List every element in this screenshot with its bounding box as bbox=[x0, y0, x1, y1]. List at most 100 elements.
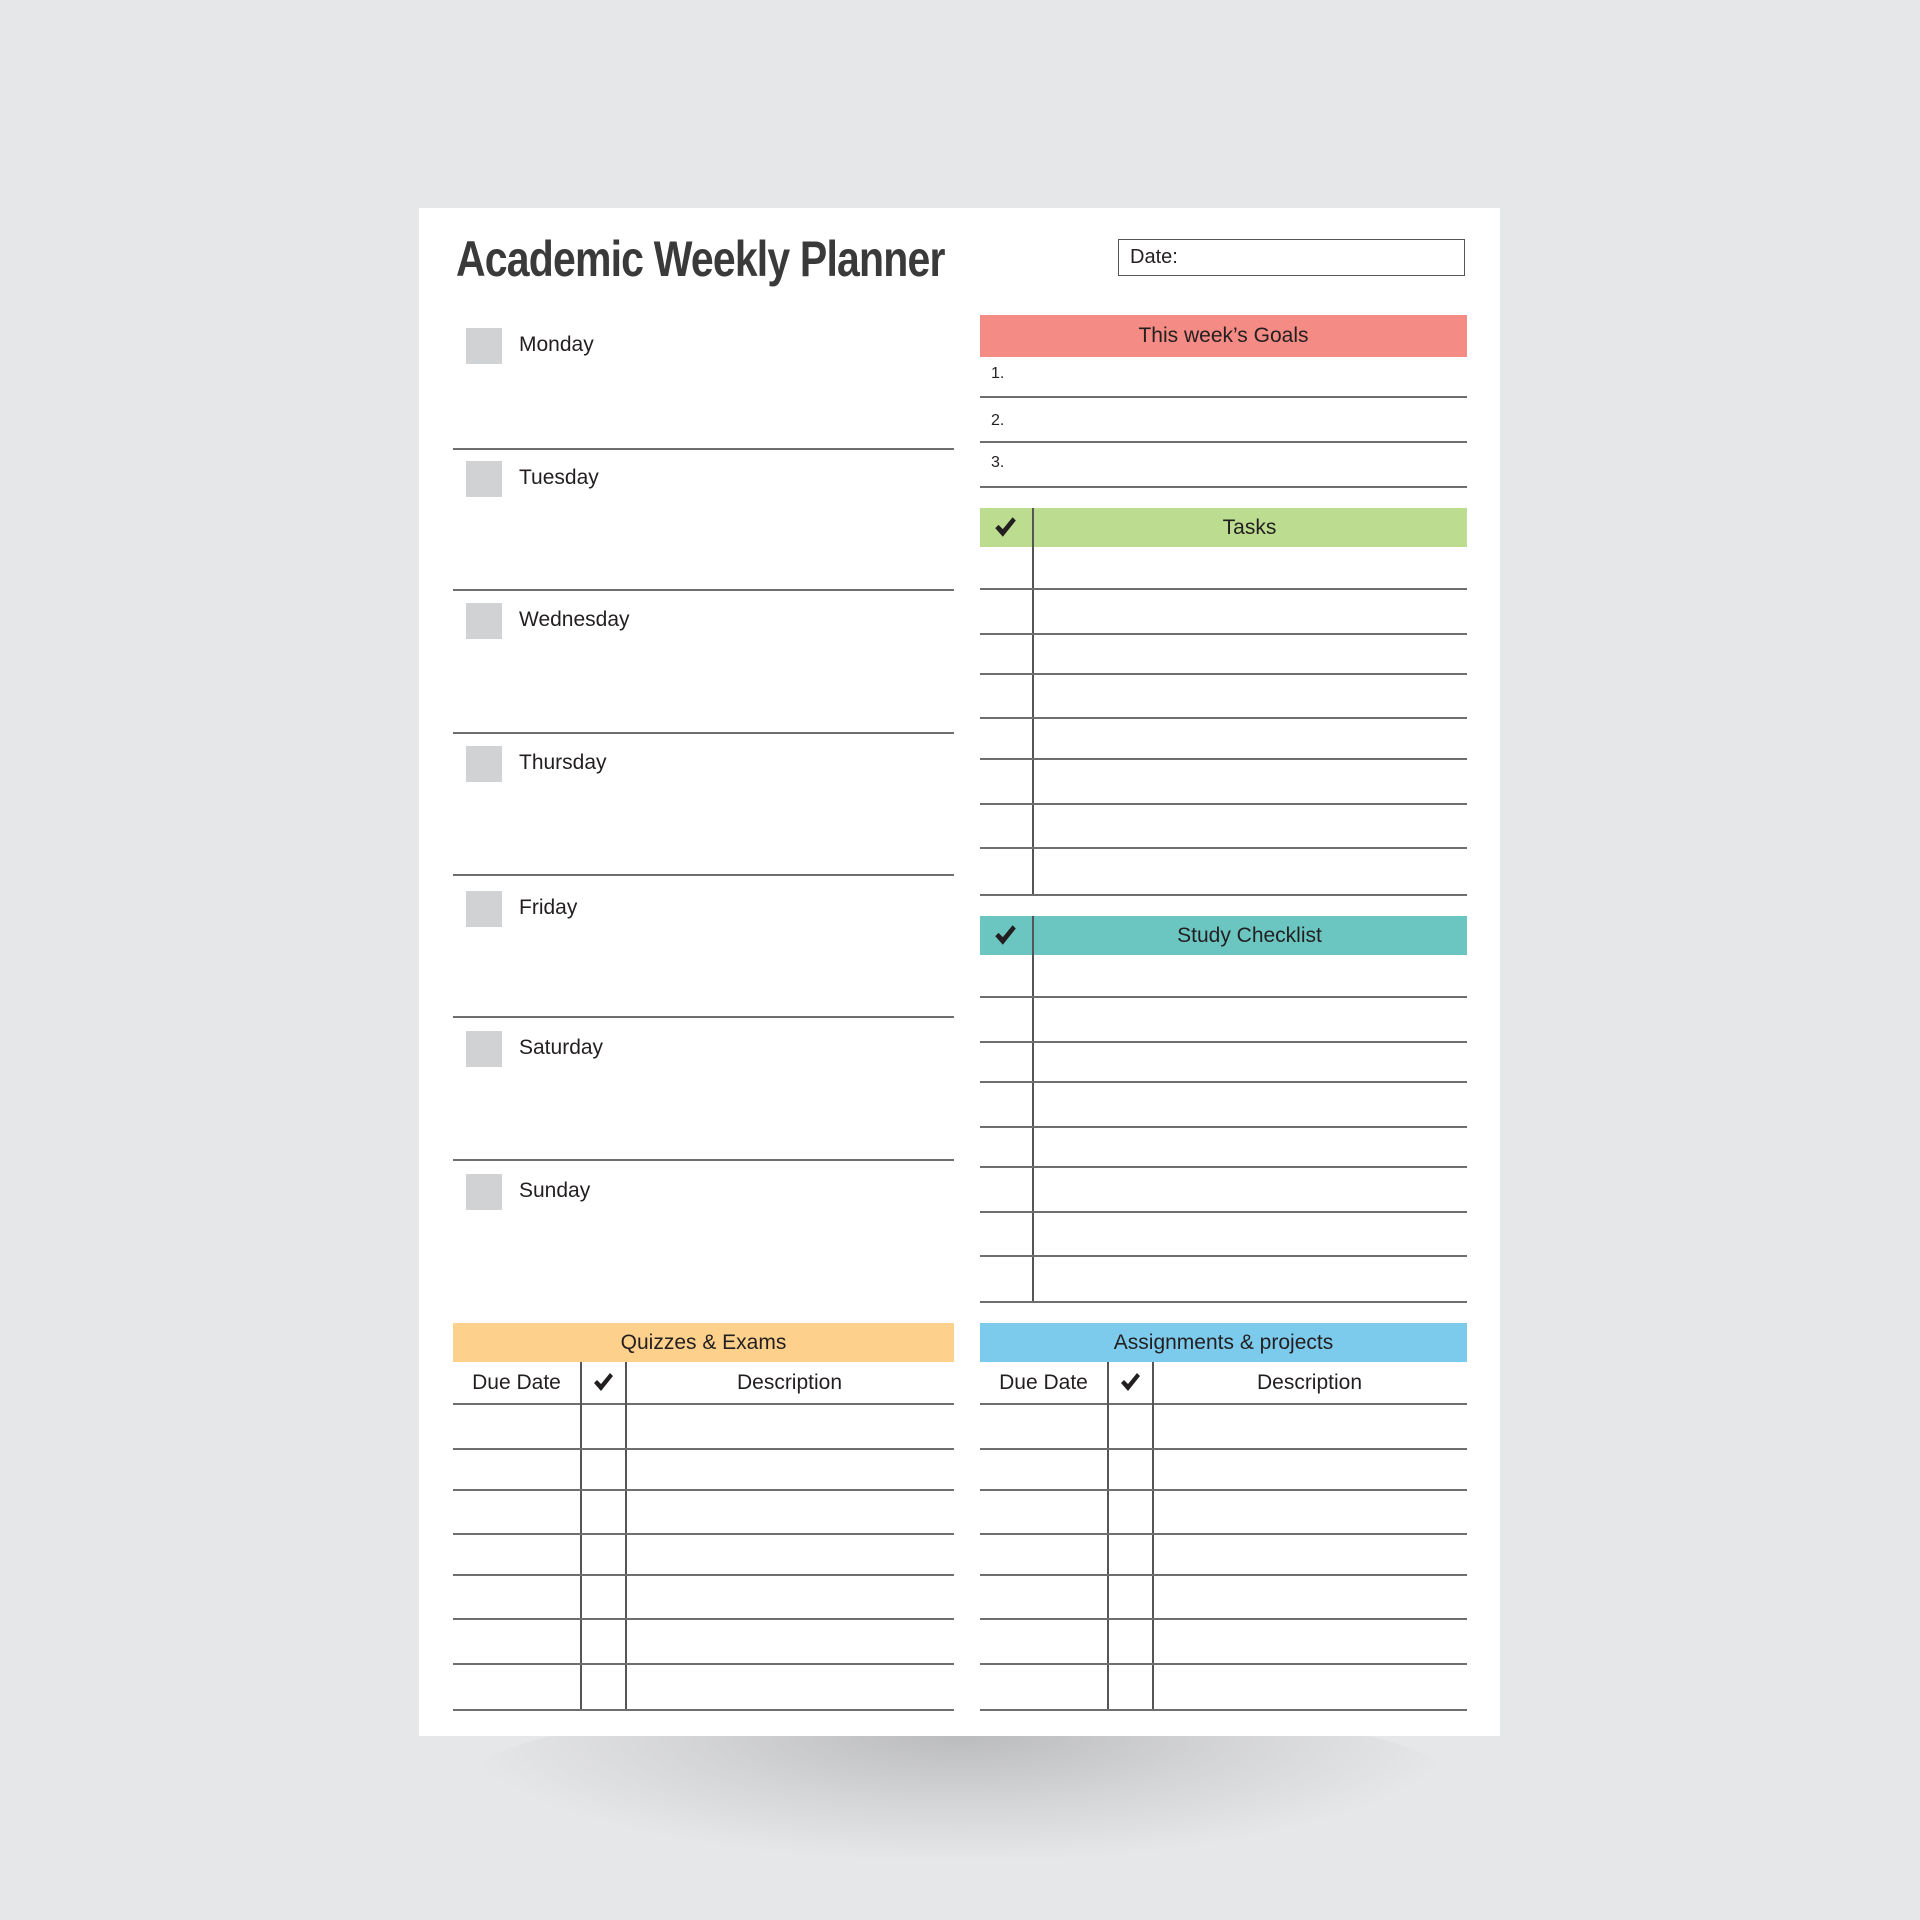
description-cell[interactable] bbox=[627, 1533, 954, 1574]
tasks-row[interactable] bbox=[1034, 547, 1467, 588]
description-cell[interactable] bbox=[627, 1574, 954, 1618]
tasks-header-label: Tasks bbox=[1222, 515, 1277, 539]
due-date-cell[interactable] bbox=[980, 1448, 1107, 1489]
row-checkbox[interactable] bbox=[980, 1081, 1032, 1126]
due-date-cell[interactable] bbox=[980, 1618, 1107, 1663]
due-date-cell[interactable] bbox=[453, 1448, 580, 1489]
due-date-cell[interactable] bbox=[980, 1489, 1107, 1533]
done-checkbox-cell[interactable] bbox=[582, 1574, 625, 1618]
day-divider bbox=[453, 589, 954, 591]
date-field[interactable]: Date: bbox=[1118, 239, 1465, 276]
row-checkbox[interactable] bbox=[980, 803, 1032, 847]
goal-item[interactable] bbox=[980, 401, 1467, 441]
day-checkbox[interactable] bbox=[466, 603, 502, 639]
due-date-cell[interactable] bbox=[980, 1403, 1107, 1448]
day-checkbox[interactable] bbox=[466, 746, 502, 782]
study-checklist-row[interactable] bbox=[1034, 996, 1467, 1041]
tasks-row[interactable] bbox=[1034, 588, 1467, 633]
day-checkbox[interactable] bbox=[466, 891, 502, 927]
row-checkbox[interactable] bbox=[980, 633, 1032, 673]
due-date-cell[interactable] bbox=[453, 1618, 580, 1663]
study-checklist-row[interactable] bbox=[1034, 1126, 1467, 1166]
goal-line bbox=[980, 396, 1467, 398]
row-checkbox[interactable] bbox=[980, 955, 1032, 996]
study-checklist-row[interactable] bbox=[1034, 955, 1467, 996]
description-cell[interactable] bbox=[1154, 1448, 1467, 1489]
description-column-header: Description bbox=[1256, 1371, 1363, 1394]
goal-number: 1. bbox=[991, 365, 1005, 382]
date-label: Date: bbox=[1130, 246, 1178, 268]
day-checkbox[interactable] bbox=[466, 461, 502, 497]
description-cell[interactable] bbox=[627, 1618, 954, 1663]
tasks-row[interactable] bbox=[1034, 633, 1467, 673]
day-checkbox[interactable] bbox=[466, 1031, 502, 1067]
done-checkbox-cell[interactable] bbox=[1109, 1574, 1152, 1618]
day-divider bbox=[453, 1159, 954, 1161]
done-checkbox-cell[interactable] bbox=[582, 1403, 625, 1448]
goals-header-label: This week’s Goals bbox=[1138, 324, 1309, 347]
description-cell[interactable] bbox=[1154, 1489, 1467, 1533]
due-date-cell[interactable] bbox=[980, 1574, 1107, 1618]
description-cell[interactable] bbox=[1154, 1403, 1467, 1448]
done-checkbox-cell[interactable] bbox=[1109, 1533, 1152, 1574]
done-checkbox-cell[interactable] bbox=[1109, 1448, 1152, 1489]
due-date-cell[interactable] bbox=[453, 1489, 580, 1533]
tasks-row[interactable] bbox=[1034, 758, 1467, 803]
row-checkbox[interactable] bbox=[980, 717, 1032, 758]
goal-item[interactable] bbox=[980, 356, 1467, 396]
description-cell[interactable] bbox=[1154, 1533, 1467, 1574]
day-checkbox[interactable] bbox=[466, 328, 502, 364]
assignments-header-label: Assignments & projects bbox=[1113, 1330, 1334, 1354]
row-checkbox[interactable] bbox=[980, 1166, 1032, 1211]
description-cell[interactable] bbox=[627, 1489, 954, 1533]
description-cell[interactable] bbox=[1154, 1618, 1467, 1663]
study-checklist-row[interactable] bbox=[1034, 1166, 1467, 1211]
due-date-cell[interactable] bbox=[453, 1663, 580, 1709]
done-checkbox-cell[interactable] bbox=[1109, 1618, 1152, 1663]
due-date-cell[interactable] bbox=[453, 1533, 580, 1574]
description-cell[interactable] bbox=[1154, 1663, 1467, 1709]
done-checkbox-cell[interactable] bbox=[582, 1448, 625, 1489]
study-checklist-row[interactable] bbox=[1034, 1041, 1467, 1081]
row-checkbox[interactable] bbox=[980, 1041, 1032, 1081]
row-checkbox[interactable] bbox=[980, 588, 1032, 633]
due-date-cell[interactable] bbox=[980, 1663, 1107, 1709]
row-checkbox[interactable] bbox=[980, 758, 1032, 803]
row-checkbox[interactable] bbox=[980, 1211, 1032, 1255]
row-checkbox[interactable] bbox=[980, 1126, 1032, 1166]
description-cell[interactable] bbox=[627, 1663, 954, 1709]
tasks-row[interactable] bbox=[1034, 717, 1467, 758]
description-cell[interactable] bbox=[627, 1448, 954, 1489]
row-checkbox[interactable] bbox=[980, 673, 1032, 717]
done-checkbox-cell[interactable] bbox=[582, 1533, 625, 1574]
assignments-header: Assignments & projects bbox=[980, 1323, 1467, 1362]
done-checkbox-cell[interactable] bbox=[582, 1618, 625, 1663]
due-date-cell[interactable] bbox=[453, 1574, 580, 1618]
due-date-cell[interactable] bbox=[453, 1403, 580, 1448]
study-checklist-row[interactable] bbox=[1034, 1255, 1467, 1301]
row-checkbox[interactable] bbox=[980, 1255, 1032, 1301]
row-checkbox[interactable] bbox=[980, 996, 1032, 1041]
done-checkbox-cell[interactable] bbox=[582, 1663, 625, 1709]
done-checkbox-cell[interactable] bbox=[1109, 1489, 1152, 1533]
study-checklist-header-label: Study Checklist bbox=[1177, 923, 1322, 947]
row-checkbox[interactable] bbox=[980, 847, 1032, 894]
due-date-column-header: Due Date bbox=[472, 1371, 561, 1394]
tasks-row[interactable] bbox=[1034, 847, 1467, 894]
description-cell[interactable] bbox=[627, 1403, 954, 1448]
tasks-row[interactable] bbox=[1034, 673, 1467, 717]
row-line bbox=[980, 1709, 1467, 1711]
done-checkbox-cell[interactable] bbox=[1109, 1403, 1152, 1448]
goal-item[interactable] bbox=[980, 446, 1467, 486]
day-checkbox[interactable] bbox=[466, 1174, 502, 1210]
quizzes-header-label: Quizzes & Exams bbox=[620, 1330, 787, 1354]
row-checkbox[interactable] bbox=[980, 547, 1032, 588]
study-checklist-row[interactable] bbox=[1034, 1081, 1467, 1126]
done-checkbox-cell[interactable] bbox=[582, 1489, 625, 1533]
description-cell[interactable] bbox=[1154, 1574, 1467, 1618]
due-date-cell[interactable] bbox=[980, 1533, 1107, 1574]
done-checkbox-cell[interactable] bbox=[1109, 1663, 1152, 1709]
checkmark-icon bbox=[591, 1370, 615, 1394]
tasks-row[interactable] bbox=[1034, 803, 1467, 847]
study-checklist-row[interactable] bbox=[1034, 1211, 1467, 1255]
